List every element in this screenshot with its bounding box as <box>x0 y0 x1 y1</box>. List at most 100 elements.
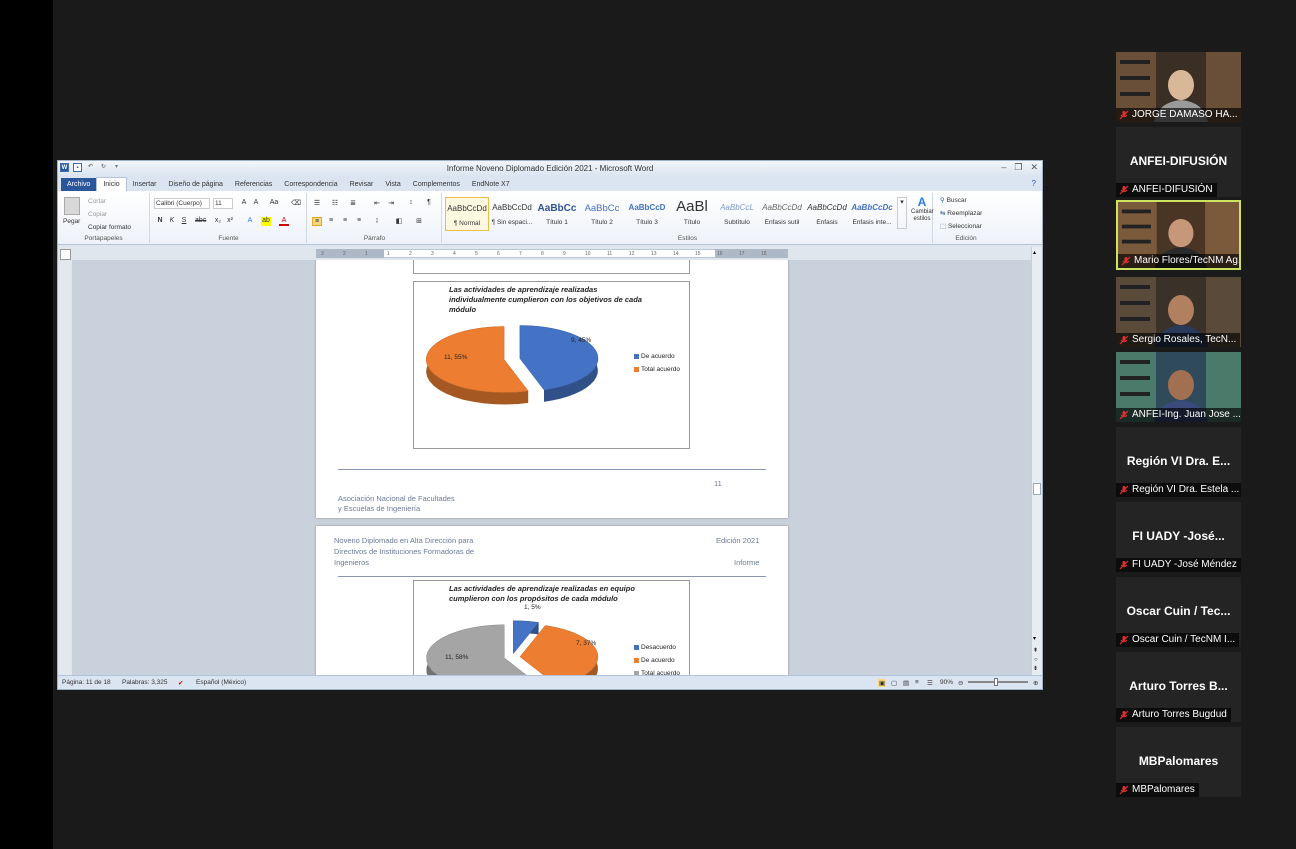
participant-tile[interactable]: Sergio Rosales, TecN... <box>1116 277 1241 347</box>
outline-icon[interactable]: ≡ <box>915 679 919 686</box>
clear-format-icon[interactable]: ⌫ <box>291 199 301 208</box>
document-area[interactable]: Las actividades de aprendizaje realizada… <box>72 260 1032 677</box>
show-marks-icon[interactable]: ¶ <box>424 199 434 208</box>
select-button[interactable]: ⬚ Seleccionar <box>940 222 982 230</box>
style-title[interactable]: AaBl Título <box>670 197 714 231</box>
bullets-icon[interactable]: ☰ <box>312 199 322 208</box>
browse-object-icon[interactable]: ○ <box>1034 657 1038 663</box>
style-heading-3[interactable]: AaBbCcD Título 3 <box>625 197 669 231</box>
participant-tile[interactable]: MBPalomares MBPalomares <box>1116 727 1241 797</box>
decrease-indent-icon[interactable]: ⇤ <box>372 199 382 208</box>
copy-button[interactable]: Copiar <box>88 211 107 218</box>
vertical-ruler[interactable] <box>60 261 71 675</box>
align-left-icon[interactable]: ≡ <box>312 217 322 226</box>
justify-icon[interactable]: ≡ <box>354 217 364 226</box>
style-emphasis[interactable]: AaBbCcDd Énfasis <box>805 197 849 231</box>
subscript-icon[interactable]: x₂ <box>213 217 223 226</box>
style-no-spacing[interactable]: AaBbCcDd ¶ Sin espaci... <box>490 197 534 231</box>
participant-tile[interactable]: ANFEI-Ing. Juan Jose ... <box>1116 352 1241 422</box>
style-heading-2[interactable]: AaBbCc Título 2 <box>580 197 624 231</box>
sort-icon[interactable]: ↕ <box>406 199 416 208</box>
close-button[interactable]: ✕ <box>1030 162 1038 173</box>
participant-tile[interactable]: Oscar Cuin / Tec... Oscar Cuin / TecNM I.… <box>1116 577 1241 647</box>
tab-archivo[interactable]: Archivo <box>61 178 97 191</box>
page-12[interactable]: Noveno Diplomado en Alta Dirección para … <box>316 526 788 677</box>
language-indicator[interactable]: Español (México) <box>196 679 246 686</box>
full-screen-icon[interactable]: ▢ <box>891 679 897 687</box>
align-right-icon[interactable]: ≡ <box>340 217 350 226</box>
change-case-icon[interactable]: Aa <box>269 199 279 208</box>
tab-vista[interactable]: Vista <box>379 178 406 191</box>
tab-referencias[interactable]: Referencias <box>229 178 278 191</box>
bold-icon[interactable]: N <box>155 217 165 226</box>
print-layout-icon[interactable]: ▣ <box>878 679 887 687</box>
proofing-icon[interactable]: ✔ <box>178 679 183 687</box>
zoom-out-icon[interactable]: ⊖ <box>958 679 963 687</box>
style-intense-emphasis[interactable]: AaBbCcDc Énfasis inte... <box>850 197 894 231</box>
line-spacing-icon[interactable]: ↨ <box>372 217 382 226</box>
tab-complementos[interactable]: Complementos <box>407 178 466 191</box>
zoom-slider[interactable] <box>968 681 1028 683</box>
font-name-select[interactable]: Calibri (Cuerpo) <box>154 198 210 209</box>
change-styles-button[interactable]: A Cambiar estilos <box>911 195 934 223</box>
format-painter-button[interactable]: Copiar formato <box>88 224 131 231</box>
page-count[interactable]: Página: 11 de 18 <box>62 679 111 686</box>
tab-revisar[interactable]: Revisar <box>344 178 380 191</box>
italic-icon[interactable]: K <box>167 217 177 226</box>
pie-chart-team[interactable]: Las actividades de aprendizaje realizada… <box>413 580 690 677</box>
tab-diseno[interactable]: Diseño de página <box>162 178 229 191</box>
font-size-select[interactable]: 11 <box>213 198 233 209</box>
scroll-down-icon[interactable]: ▾ <box>1033 635 1036 642</box>
multilevel-list-icon[interactable]: ≣ <box>348 199 358 208</box>
participant-tile[interactable]: FI UADY -José... FI UADY -José Méndez <box>1116 502 1241 572</box>
styles-more-icon[interactable]: ▾ <box>897 197 907 229</box>
tab-insertar[interactable]: Insertar <box>127 178 163 191</box>
participant-tile[interactable]: ANFEI-DIFUSIÓN ANFEI-DIFUSIÓN <box>1116 127 1241 197</box>
shading-icon[interactable]: ◧ <box>394 217 404 226</box>
zoom-level[interactable]: 90% <box>940 679 953 686</box>
strikethrough-icon[interactable]: abc <box>195 217 206 226</box>
text-effects-icon[interactable]: A <box>245 217 255 226</box>
horizontal-ruler[interactable]: 3 2 1 1 2 3 4 5 6 7 8 9 10 11 12 13 14 15 16 17 18 <box>316 249 788 258</box>
shrink-font-icon[interactable]: A <box>251 199 261 208</box>
cut-button[interactable]: Cortar <box>88 198 106 205</box>
ruler-tab-selector[interactable] <box>60 249 71 260</box>
tab-correspondencia[interactable]: Correspondencia <box>278 178 343 191</box>
find-button[interactable]: ⚲ Buscar <box>940 196 967 204</box>
prev-page-icon[interactable]: ⇞ <box>1033 647 1038 654</box>
participant-tile[interactable]: JORGE DAMASO HA... <box>1116 52 1241 122</box>
participant-tile[interactable]: Arturo Torres B... Arturo Torres Bugdud <box>1116 652 1241 722</box>
replace-button[interactable]: ⇆ Reemplazar <box>940 209 982 217</box>
numbering-icon[interactable]: ☷ <box>330 199 340 208</box>
tab-endnote[interactable]: EndNote X7 <box>466 178 516 191</box>
draft-icon[interactable]: ☰ <box>927 679 933 687</box>
style-normal[interactable]: AaBbCcDd ¶ Normal <box>445 197 489 231</box>
grow-font-icon[interactable]: A <box>239 199 249 208</box>
page-11[interactable]: Las actividades de aprendizaje realizada… <box>316 260 788 518</box>
highlight-icon[interactable]: ab <box>261 217 271 226</box>
borders-icon[interactable]: ⊞ <box>414 217 424 226</box>
zoom-in-icon[interactable]: ⊕ <box>1033 679 1038 687</box>
minimize-button[interactable]: – <box>1001 162 1006 173</box>
maximize-button[interactable]: ❐ <box>1014 162 1022 173</box>
paste-icon[interactable] <box>64 197 80 215</box>
scroll-up-icon[interactable]: ▴ <box>1033 249 1036 256</box>
style-subtle-emphasis[interactable]: AaBbCcDd Énfasis sutil <box>760 197 804 231</box>
participant-tile[interactable]: Región VI Dra. E... Región VI Dra. Estela… <box>1116 427 1241 497</box>
vertical-scrollbar[interactable]: ▴ ▾ ⇞ ○ ⇟ <box>1031 247 1042 677</box>
style-heading-1[interactable]: AaBbCc Título 1 <box>535 197 579 231</box>
next-page-icon[interactable]: ⇟ <box>1033 665 1038 672</box>
web-layout-icon[interactable]: ▤ <box>903 679 909 687</box>
help-icon[interactable]: ? <box>1032 179 1036 188</box>
style-subtitle[interactable]: AaBbCcL Subtítulo <box>715 197 759 231</box>
increase-indent-icon[interactable]: ⇥ <box>386 199 396 208</box>
scrollbar-thumb[interactable] <box>1033 483 1041 495</box>
pie-chart-individual[interactable]: Las actividades de aprendizaje realizada… <box>413 281 690 449</box>
paste-button[interactable]: Pegar <box>63 218 80 225</box>
tab-inicio[interactable]: Inicio <box>96 177 127 191</box>
font-color-icon[interactable]: A <box>279 217 289 226</box>
align-center-icon[interactable]: ≡ <box>326 217 336 226</box>
participant-tile[interactable]: Mario Flores/TecNM Ag... <box>1116 200 1241 270</box>
underline-icon[interactable]: S <box>179 217 189 226</box>
zoom-slider-knob[interactable] <box>994 678 998 686</box>
